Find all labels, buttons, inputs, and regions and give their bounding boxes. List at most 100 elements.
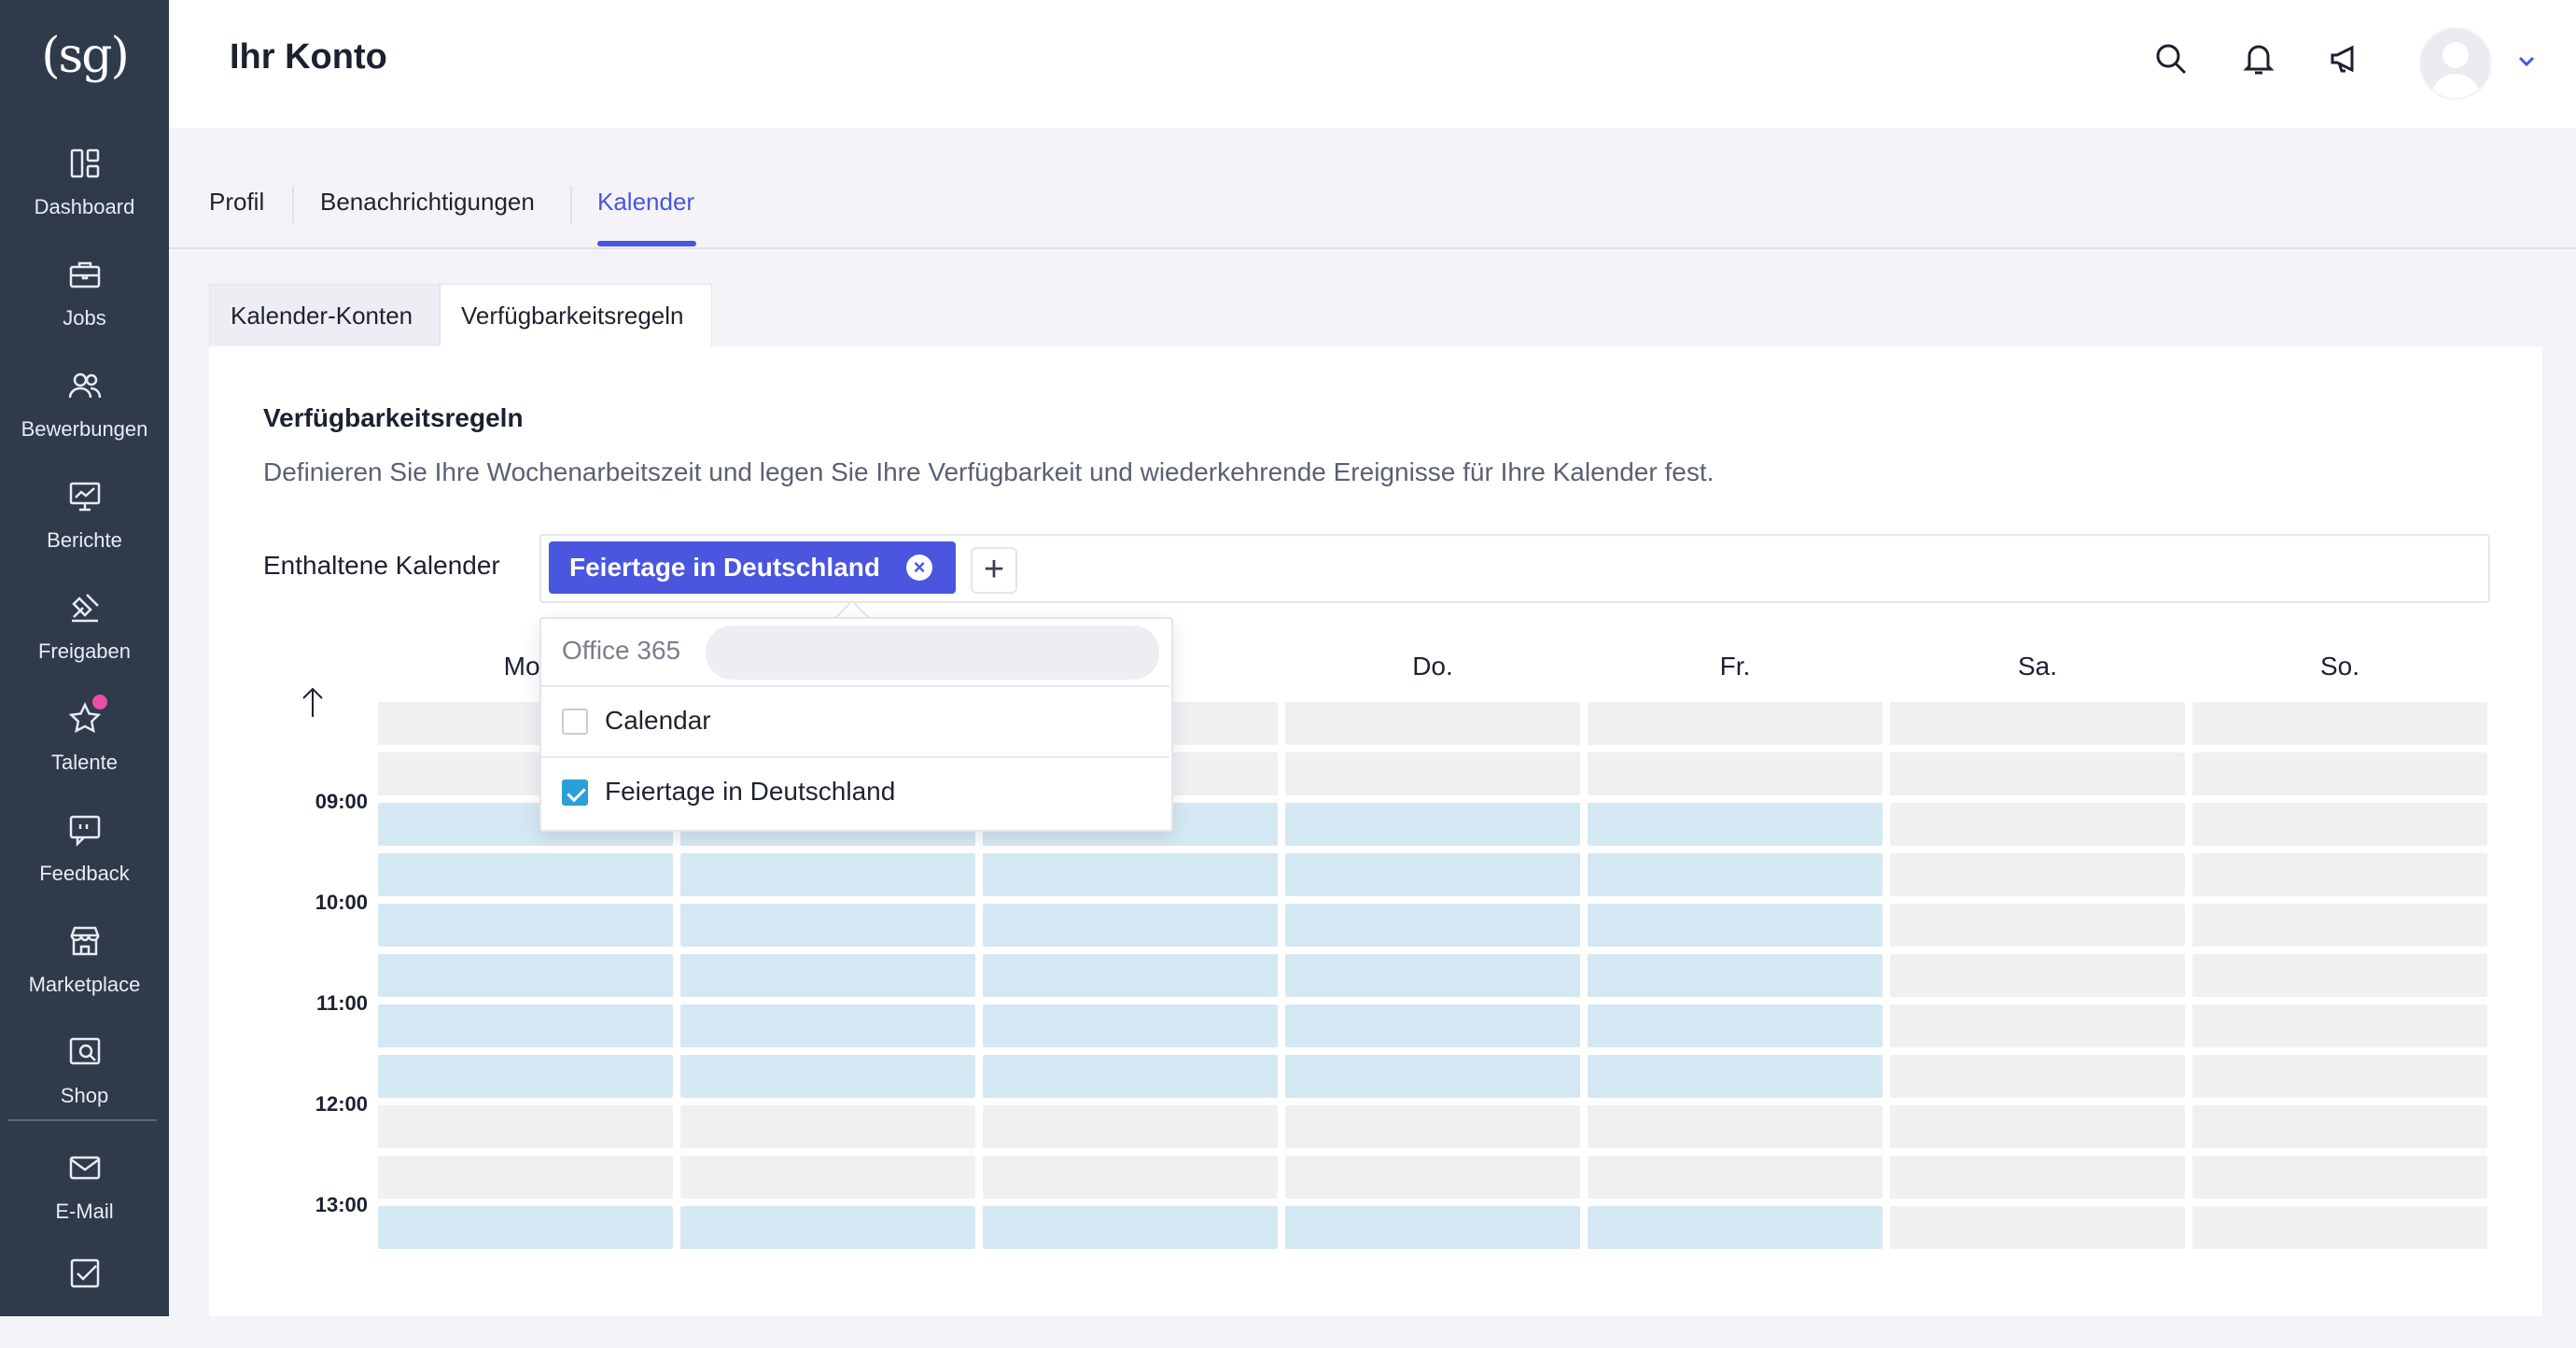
- time-slot-available[interactable]: [1588, 954, 1883, 997]
- time-slot[interactable]: [2192, 752, 2487, 795]
- time-slot-available[interactable]: [1588, 1004, 1883, 1047]
- time-slot-available[interactable]: [1285, 853, 1580, 896]
- time-slot[interactable]: [1588, 1105, 1883, 1148]
- sidebar-item-freigaben[interactable]: Freigaben: [0, 575, 169, 678]
- dropdown-option-feiertage[interactable]: Feiertage in Deutschland: [541, 758, 1169, 827]
- time-slot[interactable]: [1588, 702, 1883, 745]
- time-slot[interactable]: [1285, 1156, 1580, 1199]
- time-slot-available[interactable]: [1588, 1206, 1883, 1249]
- time-slot-available[interactable]: [1285, 954, 1580, 997]
- time-slot[interactable]: [1890, 1004, 2185, 1047]
- time-slot[interactable]: [1890, 853, 2185, 896]
- time-slot[interactable]: [2192, 1105, 2487, 1148]
- time-slot-available[interactable]: [983, 1004, 1278, 1047]
- time-slot-available[interactable]: [680, 1055, 975, 1098]
- sidebar-item-feedback[interactable]: Feedback: [0, 797, 169, 900]
- time-slot[interactable]: [1890, 954, 2185, 997]
- time-slot[interactable]: [1890, 702, 2185, 745]
- time-slot[interactable]: [680, 1105, 975, 1148]
- time-slot-available[interactable]: [1588, 1055, 1883, 1098]
- day-header: Do.: [1412, 652, 1453, 681]
- logo[interactable]: (sg): [0, 19, 169, 93]
- dropdown-option-calendar[interactable]: Calendar: [541, 687, 1169, 756]
- time-slot-available[interactable]: [983, 1055, 1278, 1098]
- time-slot[interactable]: [2192, 904, 2487, 947]
- time-slot[interactable]: [1890, 1105, 2185, 1148]
- sidebar-item-shop[interactable]: Shop: [0, 1019, 169, 1122]
- time-slot[interactable]: [2192, 1055, 2487, 1098]
- sidebar-item-dashboard[interactable]: Dashboard: [0, 131, 169, 233]
- time-slot[interactable]: [983, 1105, 1278, 1148]
- time-slot[interactable]: [2192, 1206, 2487, 1249]
- time-slot[interactable]: [680, 1156, 975, 1199]
- time-slot[interactable]: [1285, 1105, 1580, 1148]
- tab-profil[interactable]: Profil: [209, 188, 264, 244]
- time-slot-available[interactable]: [1285, 904, 1580, 947]
- sidebar-item-email[interactable]: E-Mail: [0, 1135, 169, 1238]
- time-slot[interactable]: [2192, 954, 2487, 997]
- time-slot-available[interactable]: [1285, 803, 1580, 846]
- tab-kalender[interactable]: Kalender: [597, 188, 694, 244]
- time-slot-available[interactable]: [378, 1206, 673, 1249]
- sidebar-item-jobs[interactable]: Jobs: [0, 242, 169, 344]
- time-slot[interactable]: [2192, 853, 2487, 896]
- time-slot-available[interactable]: [378, 853, 673, 896]
- time-slot-available[interactable]: [680, 1206, 975, 1249]
- time-slot-available[interactable]: [680, 904, 975, 947]
- time-slot[interactable]: [1890, 1055, 2185, 1098]
- time-slot[interactable]: [1588, 752, 1883, 795]
- time-slot-available[interactable]: [1285, 1206, 1580, 1249]
- time-slot[interactable]: [378, 1105, 673, 1148]
- time-slot-available[interactable]: [680, 853, 975, 896]
- time-slot[interactable]: [1890, 1206, 2185, 1249]
- time-slot-available[interactable]: [1285, 1004, 1580, 1047]
- time-slot[interactable]: [1890, 803, 2185, 846]
- search-icon[interactable]: [2152, 40, 2190, 77]
- dropdown-search-input[interactable]: [706, 625, 1159, 680]
- tab-benachrichtigungen[interactable]: Benachrichtigungen: [320, 188, 535, 244]
- time-slot[interactable]: [1890, 1156, 2185, 1199]
- time-slot[interactable]: [2192, 803, 2487, 846]
- time-slot-available[interactable]: [983, 853, 1278, 896]
- time-slot-available[interactable]: [680, 954, 975, 997]
- subtab-kalender-konten[interactable]: Kalender-Konten: [209, 284, 440, 347]
- time-slot-available[interactable]: [1588, 904, 1883, 947]
- avatar[interactable]: [2419, 27, 2492, 100]
- time-slot[interactable]: [1890, 904, 2185, 947]
- time-slot-available[interactable]: [1285, 1055, 1580, 1098]
- time-slot[interactable]: [2192, 1004, 2487, 1047]
- time-slot[interactable]: [1588, 1156, 1883, 1199]
- chevron-down-icon[interactable]: [2514, 49, 2539, 73]
- sidebar-item-talente[interactable]: Talente: [0, 686, 169, 789]
- time-slot-available[interactable]: [378, 904, 673, 947]
- time-slot-available[interactable]: [378, 1055, 673, 1098]
- time-slot-available[interactable]: [983, 904, 1278, 947]
- time-slot-available[interactable]: [983, 954, 1278, 997]
- time-slot-available[interactable]: [680, 1004, 975, 1047]
- time-slot[interactable]: [1285, 702, 1580, 745]
- option-checkbox[interactable]: [562, 709, 588, 735]
- option-checkbox-checked[interactable]: [562, 779, 588, 806]
- time-slot-available[interactable]: [378, 1004, 673, 1047]
- calendar-chip[interactable]: Feiertage in Deutschland: [549, 541, 956, 594]
- time-slot[interactable]: [1890, 752, 2185, 795]
- subtab-verfuegbarkeitsregeln[interactable]: Verfügbarkeitsregeln: [440, 284, 712, 347]
- time-slot[interactable]: [2192, 702, 2487, 745]
- sidebar-item-marketplace[interactable]: Marketplace: [0, 908, 169, 1011]
- bell-icon[interactable]: [2240, 40, 2277, 77]
- time-slot-available[interactable]: [983, 1206, 1278, 1249]
- sidebar-item-tasks[interactable]: [0, 1245, 169, 1348]
- time-slot-available[interactable]: [378, 954, 673, 997]
- chip-remove-icon[interactable]: ×: [906, 555, 932, 581]
- time-slot-available[interactable]: [1588, 803, 1883, 846]
- time-slot-available[interactable]: [1588, 853, 1883, 896]
- sidebar-item-bewerbungen[interactable]: Bewerbungen: [0, 353, 169, 456]
- add-calendar-button[interactable]: +: [971, 547, 1017, 594]
- time-slot[interactable]: [2192, 1156, 2487, 1199]
- megaphone-icon[interactable]: [2327, 40, 2364, 77]
- time-slot[interactable]: [378, 1156, 673, 1199]
- sidebar-item-berichte[interactable]: Berichte: [0, 464, 169, 567]
- time-slot[interactable]: [983, 1156, 1278, 1199]
- arrow-up-icon[interactable]: [299, 685, 327, 719]
- time-slot[interactable]: [1285, 752, 1580, 795]
